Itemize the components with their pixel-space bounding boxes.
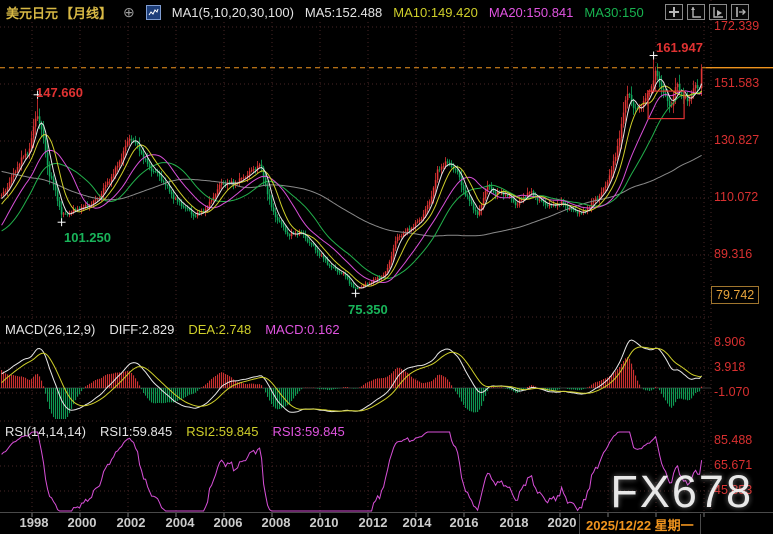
ma10-value: MA10:149.420 [393,5,478,20]
year-label: 2010 [305,515,343,530]
chart-canvas[interactable] [0,0,773,534]
period-selector[interactable]: 【月线】 [60,3,112,22]
year-label: 2016 [445,515,483,530]
price-axis-label: 130.827 [714,133,759,147]
x-axis-scroll-icon [712,6,724,18]
fit-y-axis-button[interactable] [687,4,705,20]
macd-axis-label: 8.906 [714,335,745,349]
rsi-layer [2,432,702,511]
ma-settings-label: MA1(5,10,20,30,100) [172,5,294,20]
macd-layer [2,340,702,419]
low-1999-annotation: 101.250 [64,230,111,245]
ma5-value: MA5:152.488 [305,5,382,20]
macd-params: MACD(26,12,9) [5,322,95,337]
price-axis-label: 89.316 [714,247,752,261]
ma30-value: MA30:150 [584,5,643,20]
rsi3-value: RSI3:59.845 [273,424,345,439]
year-label: 2008 [257,515,295,530]
year-label: 1998 [15,515,53,530]
macd-axis-label: 3.918 [714,360,745,374]
macd-header: MACD(26,12,9) DIFF:2.829 DEA:2.748 MACD:… [5,322,340,337]
chart-app: 美元日元 【月线】 ⊕ MA1(5,10,20,30,100) MA5:152.… [0,0,773,534]
y-axis-fit-icon [690,6,702,18]
year-label: 2012 [354,515,392,530]
macd-axis-label: -1.070 [714,385,749,399]
macd-diff-value: DIFF:2.829 [109,322,174,337]
price-axis-boxed-label: 79.742 [711,286,759,304]
moving-averages-layer [2,79,702,288]
high-1998-annotation: 147.660 [36,85,83,100]
rsi-axis-label: 85.488 [714,433,752,447]
crosshair-button[interactable] [665,4,683,20]
rsi-header: RSI(14,14,14) RSI1:59.845 RSI2:59.845 RS… [5,424,345,439]
year-label: 2004 [161,515,199,530]
year-label: 2014 [398,515,436,530]
year-label: 2000 [63,515,101,530]
expand-icon[interactable]: ⊕ [123,4,135,21]
chart-type-icon[interactable] [146,5,161,20]
chart-header: 美元日元 【月线】 ⊕ MA1(5,10,20,30,100) MA5:152.… [6,3,644,21]
year-label: 2006 [209,515,247,530]
crosshair-icon [668,6,680,18]
exit-icon [734,6,746,18]
year-label: 2018 [495,515,533,530]
year-label: 2002 [112,515,150,530]
macd-dea-value: DEA:2.748 [188,322,251,337]
price-axis-label: 151.583 [714,76,759,90]
price-axis-label: 172.339 [714,19,759,33]
low-2011-annotation: 75.350 [348,302,388,317]
chart-toolbar [665,4,749,20]
scroll-x-axis-button[interactable] [709,4,727,20]
fx678-watermark: FX678 [610,466,753,518]
rsi1-value: RSI1:59.845 [100,424,172,439]
grid-lines [0,0,773,517]
price-axis-label: 110.072 [714,190,758,204]
rsi2-value: RSI2:59.845 [186,424,258,439]
ma20-value: MA20:150.841 [489,5,574,20]
macd-macd-value: MACD:0.162 [265,322,339,337]
rsi-params: RSI(14,14,14) [5,424,86,439]
symbol-label: 美元日元 [6,3,58,22]
candles-layer [1,56,703,294]
exit-chart-button[interactable] [731,4,749,20]
high-2024-annotation: 161.947 [656,40,703,55]
year-label: 2020 [543,515,581,530]
